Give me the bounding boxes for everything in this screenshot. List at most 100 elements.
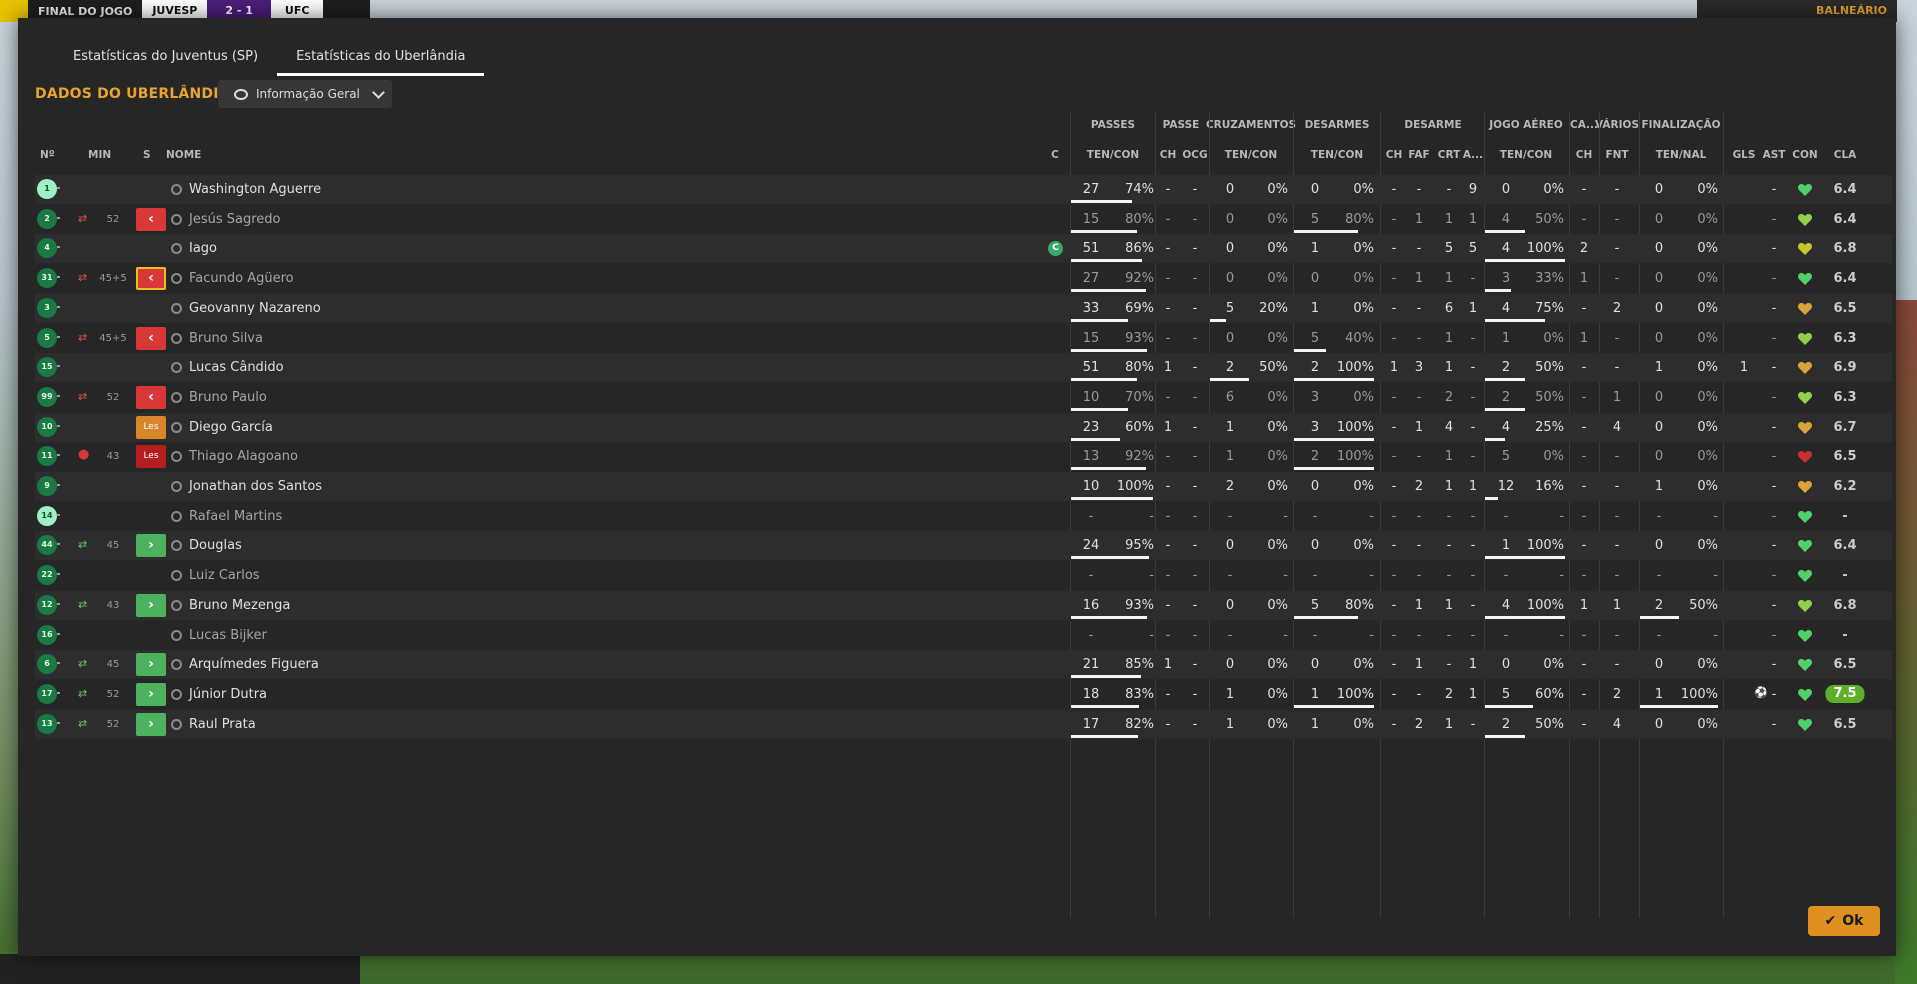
injury-badge[interactable]: Les xyxy=(136,415,166,439)
player-name[interactable]: Rafael Martins xyxy=(189,502,282,531)
player-profile-icon[interactable] xyxy=(171,362,182,374)
column-header[interactable]: S xyxy=(143,149,151,161)
column-header[interactable]: OCG xyxy=(1182,149,1207,161)
player-profile-icon[interactable] xyxy=(171,391,182,403)
player-name[interactable]: Douglas xyxy=(189,531,242,560)
player-name[interactable]: Lucas Bijker xyxy=(189,621,267,650)
table-row[interactable]: 6 ⇄ 45 › Arquímedes Figuera 21 85% 1-0 0% 0 0% -1-1… xyxy=(35,650,1892,680)
column-header[interactable]: AST xyxy=(1763,149,1786,161)
tab-juventus-stats[interactable]: Estatísticas do Juventus (SP) xyxy=(54,46,277,76)
sub-out-badge[interactable]: ‹ xyxy=(136,207,166,231)
column-header[interactable]: CRT xyxy=(1438,149,1460,161)
table-row[interactable]: 16 Lucas Bijker - - - - - - - - - - - - - - - - - - - - xyxy=(35,621,1892,650)
table-row[interactable]: 9 Jonathan dos Santos 10 100% - -2 0% 0 0% -2 1 1 12… xyxy=(35,472,1892,501)
column-header[interactable]: TEN/NAL xyxy=(1656,149,1707,161)
table-row[interactable]: 4 Iago C 51 86% - -0 0% 1 0% - -5 5 4 100% 2-0 0% -6.8 xyxy=(35,234,1892,264)
table-row[interactable]: 1 Washington Aguerre 27 74% - -0 0% 0 0% - - -9 0 0% -… xyxy=(35,175,1892,204)
table-row[interactable]: 31 ⇄ 45+5 ‹ Facundo Agüero 27 92% - -0 0% 0 0% -1 1-3… xyxy=(35,264,1892,293)
player-profile-icon[interactable] xyxy=(171,599,182,611)
column-header[interactable]: MIN xyxy=(88,149,111,161)
player-profile-icon[interactable] xyxy=(171,570,182,582)
column-header[interactable]: TEN/CON xyxy=(1087,149,1139,161)
table-row[interactable]: 17 ⇄ 52 › Júnior Dutra 18 83% - -1 0% 1 100% - -2 1 5 60… xyxy=(35,680,1892,709)
player-profile-icon[interactable] xyxy=(171,213,182,225)
player-profile-icon[interactable] xyxy=(171,332,182,344)
player-profile-icon[interactable] xyxy=(171,184,182,195)
tab-uberlandia-stats[interactable]: Estatísticas do Uberlândia xyxy=(277,46,485,76)
player-name[interactable]: Bruno Silva xyxy=(189,324,263,353)
player-name[interactable]: Raul Prata xyxy=(189,710,256,739)
table-row[interactable]: 12 ⇄ 43 › Bruno Mezenga 16 93% - -0 0% 5 80% -1 1-4 10… xyxy=(35,590,1892,620)
table-row[interactable]: 15 Lucas Cândido 51 80% 1-2 50% 2 100% 1 3 1-2 50% -… xyxy=(35,353,1892,383)
stat-ocg: - xyxy=(1192,508,1198,524)
player-name[interactable]: Thiago Alagoano xyxy=(189,442,298,471)
player-name[interactable]: Jesús Sagredo xyxy=(189,205,280,234)
table-row[interactable]: 99 ⇄ 52 ‹ Bruno Paulo 10 70% - -6 0% 3 0% - -2-2 50% -1… xyxy=(35,383,1892,412)
player-name[interactable]: Washington Aguerre xyxy=(189,175,321,204)
table-row[interactable]: 11 ● 43 Les Thiago Alagoano 13 92% - -1 0% 2 100% - -… xyxy=(35,442,1892,471)
sub-in-badge[interactable]: › xyxy=(136,682,166,706)
bar-p_bar xyxy=(1071,259,1142,263)
player-name[interactable]: Iago xyxy=(189,234,217,263)
table-row[interactable]: 22 Luiz Carlos - - - - - - - - - - - - - - - - - - - - xyxy=(35,561,1892,590)
ok-button[interactable]: ✔ Ok xyxy=(1808,906,1880,936)
player-profile-icon[interactable] xyxy=(171,510,182,522)
column-header[interactable]: TEN/CON xyxy=(1311,149,1363,161)
sub-out-badge[interactable]: ‹ xyxy=(136,267,166,291)
player-name[interactable]: Bruno Mezenga xyxy=(189,591,290,620)
player-profile-icon[interactable] xyxy=(171,302,182,314)
table-row[interactable]: 5 ⇄ 45+5 ‹ Bruno Silva 15 93% - -0 0% 5 40% - -1-1 0% 1… xyxy=(35,324,1892,353)
stat-cz_pct: 50% xyxy=(1259,360,1288,376)
column-header[interactable]: CH xyxy=(1386,149,1403,161)
column-header[interactable]: CH xyxy=(1576,149,1593,161)
column-header[interactable]: CH xyxy=(1160,149,1177,161)
sub-in-badge[interactable]: › xyxy=(136,653,166,677)
table-row[interactable]: 2 ⇄ 52 ‹ Jesús Sagredo 15 80% - -0 0% 5 80% -1 1 1 4 50%… xyxy=(35,205,1892,234)
player-profile-icon[interactable] xyxy=(171,273,182,285)
player-name[interactable]: Bruno Paulo xyxy=(189,383,267,412)
column-header[interactable]: TEN/CON xyxy=(1225,149,1277,161)
stat-ch: 1 xyxy=(1163,657,1173,673)
table-row[interactable]: 14 Rafael Martins - - - - - - - - - - - - - - - - - - - - xyxy=(35,502,1892,531)
player-profile-icon[interactable] xyxy=(171,243,182,255)
player-name[interactable]: Arquímedes Figuera xyxy=(189,650,319,679)
table-row[interactable]: 44 ⇄ 45 › Douglas 24 95% - -0 0% 0 0% - - - -1 100% - -0 0%… xyxy=(35,531,1892,561)
injury-badge[interactable]: Les xyxy=(136,445,166,469)
player-name[interactable]: Jonathan dos Santos xyxy=(189,472,322,501)
column-header[interactable]: GLS xyxy=(1733,149,1756,161)
sub-in-badge[interactable]: › xyxy=(136,534,166,558)
player-name[interactable]: Luiz Carlos xyxy=(189,561,260,590)
column-header[interactable]: TEN/CON xyxy=(1500,149,1552,161)
player-profile-icon[interactable] xyxy=(171,718,182,730)
sub-in-badge[interactable]: › xyxy=(136,712,166,736)
column-header[interactable]: C xyxy=(1051,149,1059,161)
sub-out-badge[interactable]: ‹ xyxy=(136,385,166,409)
minutes-played: 45 xyxy=(106,540,120,552)
player-name[interactable]: Geovanny Nazareno xyxy=(189,294,321,323)
stat-ja_pct: 50% xyxy=(1535,716,1564,732)
sub-out-badge[interactable]: ‹ xyxy=(136,326,166,350)
column-header[interactable]: Nº xyxy=(40,149,55,161)
player-profile-icon[interactable] xyxy=(171,688,182,700)
table-row[interactable]: 13 ⇄ 52 › Raul Prata 17 82% - -1 0% 1 0% -2 1-2 50% -4 0… xyxy=(35,709,1892,739)
column-header[interactable]: NOME xyxy=(166,149,201,161)
player-profile-icon[interactable] xyxy=(171,481,182,492)
player-name[interactable]: Facundo Agüero xyxy=(189,264,294,293)
column-header[interactable]: FNT xyxy=(1605,149,1628,161)
player-profile-icon[interactable] xyxy=(171,451,182,463)
table-row[interactable]: 3 Geovanny Nazareno 33 69% - -5 20% 1 0% - -6 1 4 75%… xyxy=(35,293,1892,323)
column-header[interactable]: A... xyxy=(1463,149,1483,161)
view-selector-dropdown[interactable]: Informação Geral xyxy=(218,80,392,108)
player-profile-icon[interactable] xyxy=(171,659,182,671)
player-profile-icon[interactable] xyxy=(171,540,182,552)
player-name[interactable]: Lucas Cândido xyxy=(189,353,284,382)
player-name[interactable]: Júnior Dutra xyxy=(189,680,267,709)
column-header[interactable]: CON xyxy=(1792,149,1817,161)
player-profile-icon[interactable] xyxy=(171,629,182,641)
player-profile-icon[interactable] xyxy=(171,421,182,433)
column-header[interactable]: CLA xyxy=(1834,149,1857,161)
sub-in-badge[interactable]: › xyxy=(136,593,166,617)
player-name[interactable]: Diego García xyxy=(189,413,273,442)
column-header[interactable]: FAF xyxy=(1408,149,1429,161)
table-row[interactable]: 10 Les Diego García 23 60% 1-1 0% 3 100% -1 4-4 25%… xyxy=(35,412,1892,442)
